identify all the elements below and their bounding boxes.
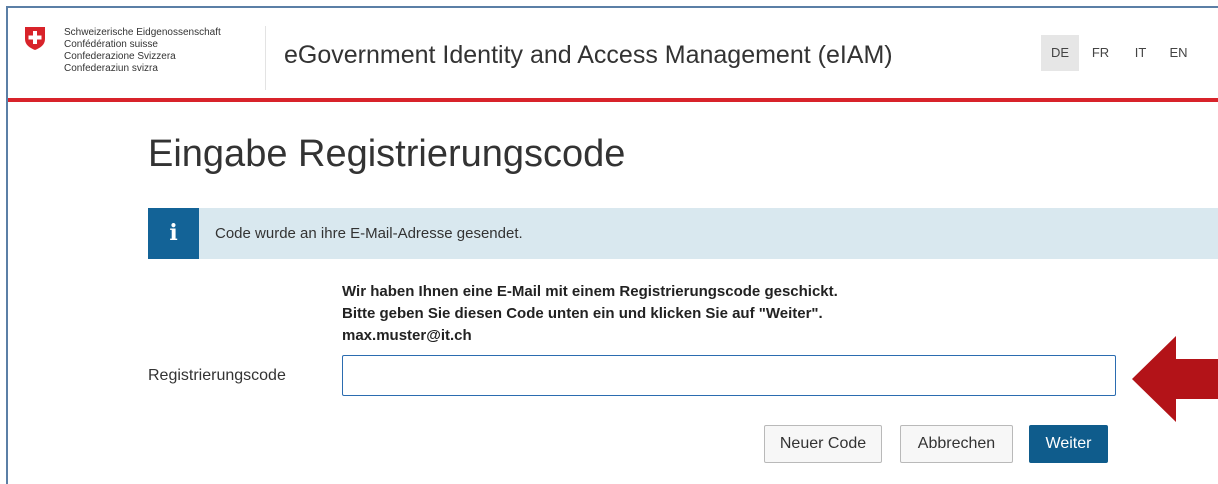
lang-it[interactable]: IT (1122, 35, 1159, 71)
lang-de[interactable]: DE (1041, 35, 1079, 71)
red-arrow-left-icon (1132, 334, 1218, 429)
instruction-line-1: Wir haben Ihnen eine E-Mail mit einem Re… (342, 283, 838, 300)
instruction-email: max.muster@it.ch (342, 327, 472, 344)
federal-names: Schweizerische Eidgenossenschaft Confédé… (64, 27, 221, 75)
lang-fr[interactable]: FR (1082, 35, 1119, 71)
info-alert: i Code wurde an ihre E-Mail-Adresse gese… (148, 208, 1218, 259)
instructions: Wir haben Ihnen eine E-Mail mit einem Re… (342, 281, 838, 347)
language-switcher: DE FR IT EN (1041, 35, 1195, 71)
instruction-line-2: Bitte geben Sie diesen Code unten ein un… (342, 305, 823, 322)
federal-name-fr: Confédération suisse (64, 39, 158, 50)
app-title: eGovernment Identity and Access Manageme… (284, 41, 893, 69)
page-title: Eingabe Registrierungscode (148, 133, 626, 175)
new-code-button[interactable]: Neuer Code (764, 425, 882, 463)
header-red-line (8, 98, 1218, 102)
cancel-button[interactable]: Abbrechen (900, 425, 1013, 463)
federal-name-de: Schweizerische Eidgenossenschaft (64, 27, 221, 38)
info-icon: i (148, 208, 199, 259)
registration-code-input[interactable] (342, 355, 1116, 396)
federal-name-it: Confederazione Svizzera (64, 51, 176, 62)
federal-name-rm: Confederaziun svizra (64, 63, 158, 74)
swiss-cross-icon (24, 26, 46, 51)
registration-code-label: Registrierungscode (148, 367, 286, 384)
next-button[interactable]: Weiter (1029, 425, 1108, 463)
lang-en[interactable]: EN (1162, 35, 1195, 71)
alert-message: Code wurde an ihre E-Mail-Adresse gesend… (215, 225, 523, 242)
header-divider (265, 26, 266, 90)
